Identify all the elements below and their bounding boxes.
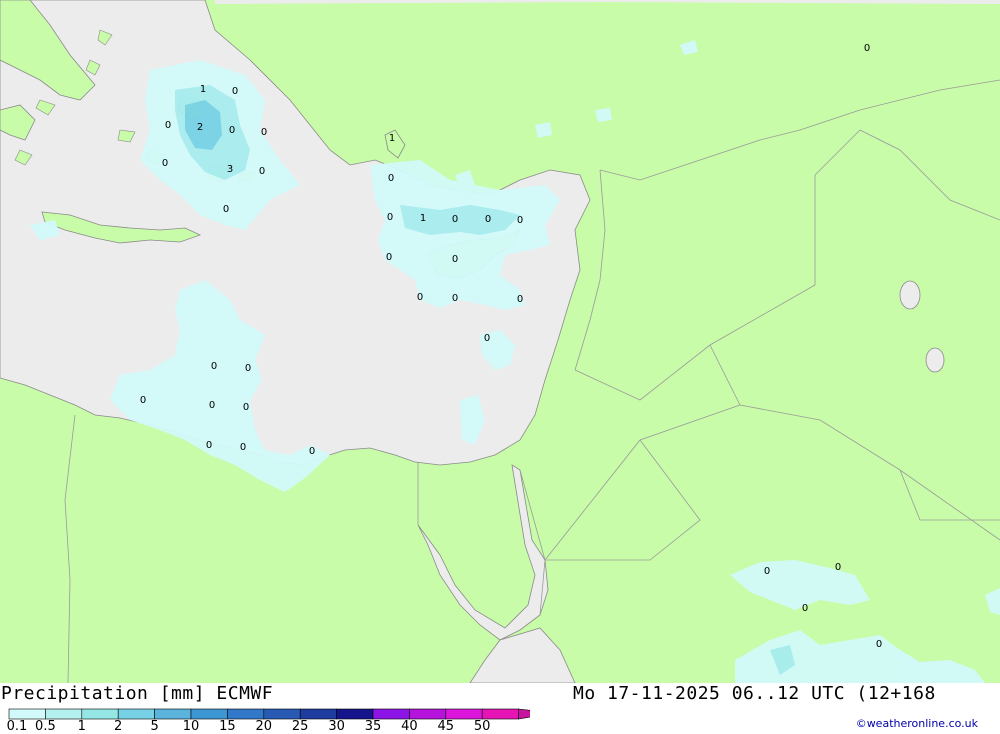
valid-time: Mo 17-11-2025 06..12 UTC (12+168 bbox=[573, 683, 936, 704]
precip-value-label: 0 bbox=[388, 173, 394, 184]
legend-tick-label: 2 bbox=[114, 719, 123, 734]
precip-value-label: 0 bbox=[485, 214, 491, 225]
legend-swatch bbox=[190, 708, 228, 720]
precip-value-label: 1 bbox=[200, 84, 206, 95]
legend-tick-label: 1 bbox=[77, 719, 86, 734]
precip-value-label: 0 bbox=[517, 215, 523, 226]
legend-swatch bbox=[8, 708, 46, 720]
legend-swatch bbox=[81, 708, 119, 720]
precip-value-label: 0 bbox=[229, 125, 235, 136]
precip-value-label: 0 bbox=[452, 214, 458, 225]
legend-tick-label: 5 bbox=[150, 719, 159, 734]
precip-value-label: 1 bbox=[420, 213, 426, 224]
legend-tick-label: 0.1 bbox=[6, 719, 28, 734]
precip-value-label: 0 bbox=[802, 603, 808, 614]
legend-swatch bbox=[45, 708, 83, 720]
precip-value-label: 0 bbox=[243, 402, 249, 413]
legend-tick-label: 20 bbox=[255, 719, 273, 734]
precip-value-label: 0 bbox=[209, 400, 215, 411]
precip-value-label: 0 bbox=[245, 363, 251, 374]
precip-value-label: 0 bbox=[162, 158, 168, 169]
precip-value-label: 3 bbox=[227, 164, 233, 175]
lake bbox=[925, 347, 945, 373]
legend-swatch bbox=[409, 708, 447, 720]
precip-value-label: 0 bbox=[140, 395, 146, 406]
precip-value-label: 0 bbox=[232, 86, 238, 97]
precip-value-label: 0 bbox=[206, 440, 212, 451]
legend-tick-label: 10 bbox=[182, 719, 200, 734]
legend-swatch bbox=[299, 708, 337, 720]
legend-tick-label: 15 bbox=[219, 719, 236, 734]
legend-swatch bbox=[227, 708, 265, 720]
lake bbox=[899, 280, 921, 310]
legend-tick-label: 25 bbox=[291, 719, 309, 734]
precipitation-map: 1 0 0 2 0 0 0 3 0 0 1 0 0 1 0 0 0 0 0 0 0 0 0 0 0 0 0 0 0 0 0 0 0 0 0 0 bbox=[0, 0, 1000, 683]
precip-value-label: 0 bbox=[387, 212, 393, 223]
precip-value-label: 2 bbox=[197, 122, 203, 133]
legend-tick-label: 45 bbox=[437, 719, 455, 734]
legend-tick-label: 35 bbox=[364, 719, 382, 734]
precip-value-label: 0 bbox=[223, 204, 229, 215]
precip-value-label: 0 bbox=[165, 120, 171, 131]
precip-value-label: 0 bbox=[259, 166, 265, 177]
map-footer: Precipitation [mm] ECMWF Mo 17-11-2025 0… bbox=[0, 683, 1000, 734]
precip-value-label: 1 bbox=[389, 133, 395, 144]
precip-value-label: 0 bbox=[864, 43, 870, 54]
legend-swatch bbox=[336, 708, 374, 720]
precip-value-label: 0 bbox=[309, 446, 315, 457]
precip-value-label: 0 bbox=[835, 562, 841, 573]
legend-swatch bbox=[372, 708, 410, 720]
credit-link[interactable]: ©weatheronline.co.uk bbox=[856, 717, 978, 730]
precip-value-label: 0 bbox=[876, 639, 882, 650]
precip-value-label: 0 bbox=[452, 293, 458, 304]
legend-swatch bbox=[445, 708, 483, 720]
legend-swatch bbox=[481, 708, 519, 720]
legend-tick-label: 40 bbox=[401, 719, 418, 734]
precip-value-label: 0 bbox=[211, 361, 217, 372]
precip-value-label: 0 bbox=[261, 127, 267, 138]
legend-swatch bbox=[518, 708, 530, 720]
map-title: Precipitation [mm] ECMWF bbox=[1, 683, 274, 704]
legend-tick-label: 50 bbox=[473, 719, 491, 734]
precip-value-label: 0 bbox=[417, 292, 423, 303]
precip-value-label: 0 bbox=[484, 333, 490, 344]
legend-tick-label: 30 bbox=[328, 719, 345, 734]
precip-value-label: 0 bbox=[240, 442, 246, 453]
precip-value-label: 0 bbox=[764, 566, 770, 577]
precip-value-label: 0 bbox=[517, 294, 523, 305]
precip-value-label: 0 bbox=[386, 252, 392, 263]
legend-swatch bbox=[263, 708, 301, 720]
legend-tick-label: 0.5 bbox=[35, 719, 56, 734]
legend-swatch bbox=[154, 708, 192, 720]
precip-value-label: 0 bbox=[452, 254, 458, 265]
legend-swatch bbox=[117, 708, 155, 720]
